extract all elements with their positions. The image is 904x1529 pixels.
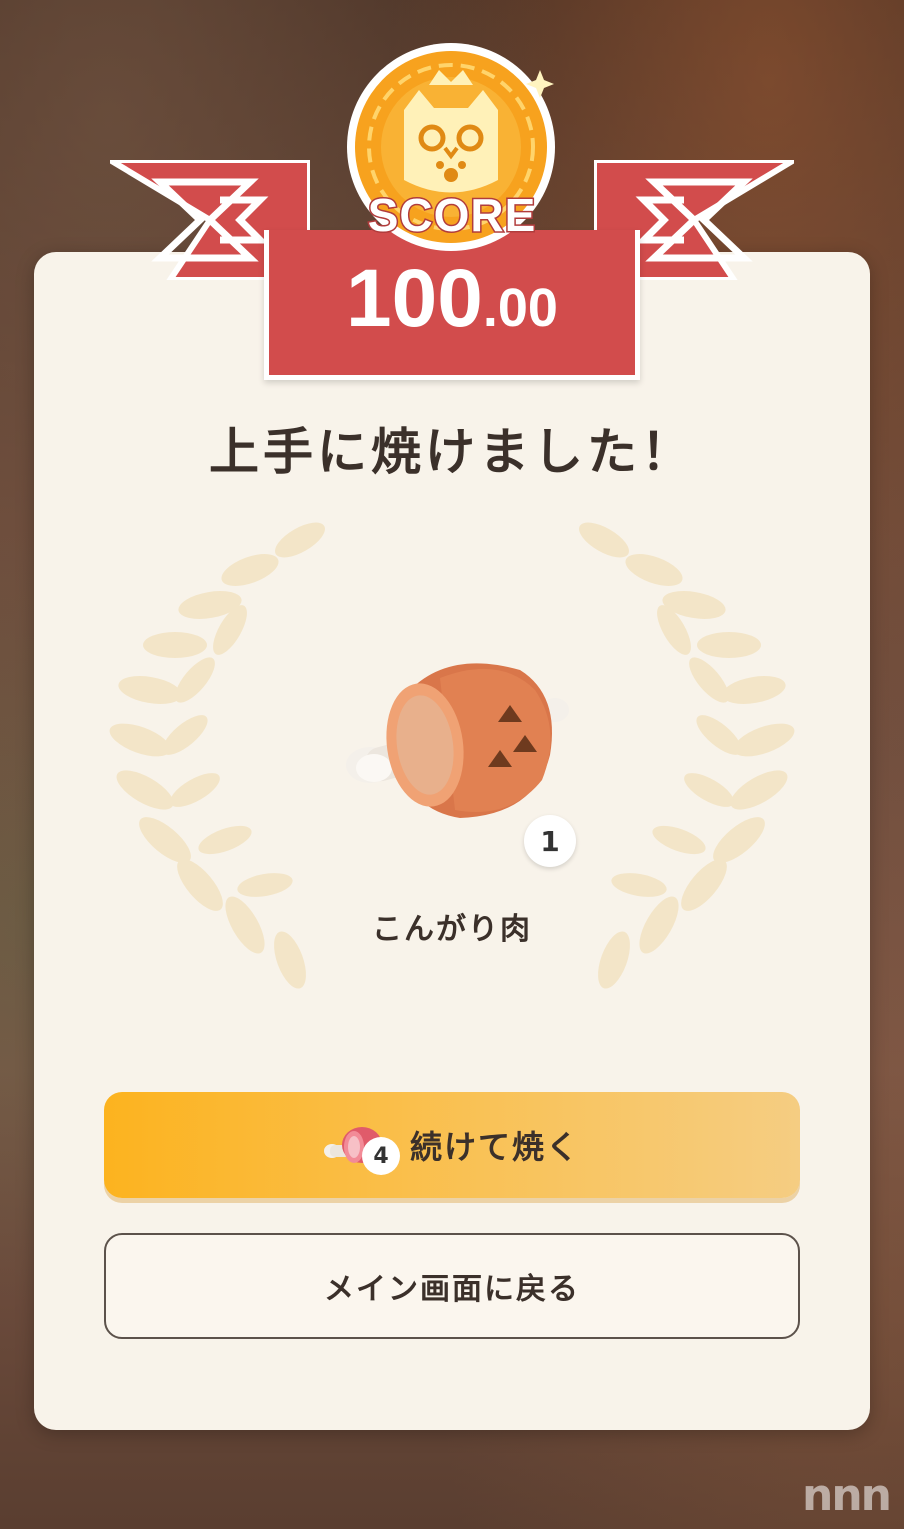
score-value: 100.00 bbox=[110, 252, 794, 346]
item-count-badge: 1 bbox=[524, 815, 576, 867]
result-title: 上手に焼けました！ bbox=[209, 423, 695, 481]
well-done-steak-icon bbox=[346, 663, 569, 818]
score-label: SCORE bbox=[366, 188, 537, 243]
score-integer: 100 bbox=[346, 253, 483, 344]
watermark-logo: nnn bbox=[802, 1470, 892, 1521]
continue-grilling-button[interactable]: 4 続けて焼く bbox=[104, 1092, 800, 1198]
score-decimal: .00 bbox=[482, 278, 558, 338]
back-to-main-button[interactable]: メイン画面に戻る bbox=[104, 1233, 800, 1339]
cost-badge: 4 bbox=[361, 1137, 400, 1175]
score-banner: SCORE 100.00 bbox=[110, 40, 794, 380]
continue-button-label: 続けて焼く bbox=[409, 1128, 580, 1166]
meat-cost: 4 bbox=[323, 1115, 404, 1175]
item-name: こんがり肉 bbox=[372, 912, 532, 947]
main-button-label: メイン画面に戻る bbox=[324, 1272, 580, 1307]
